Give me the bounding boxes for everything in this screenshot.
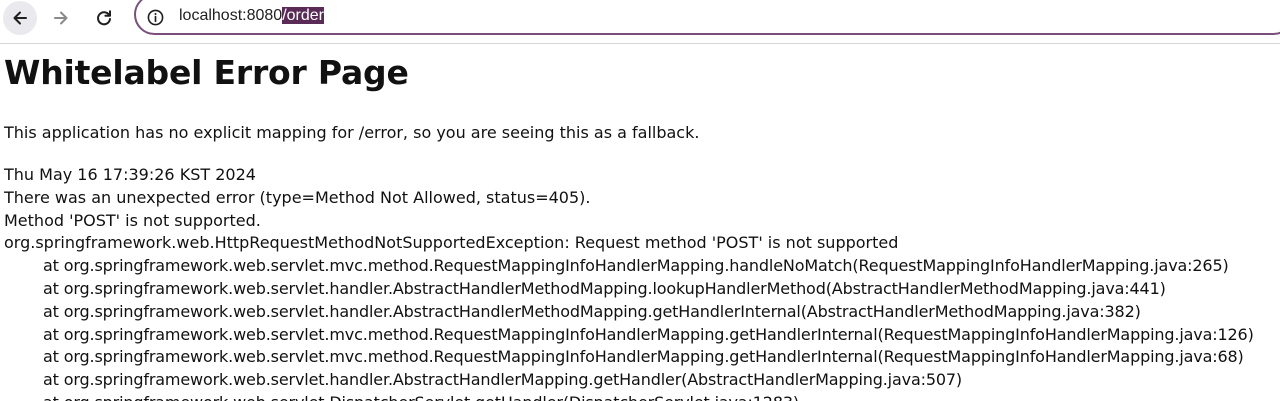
url-selection-separator: / xyxy=(282,7,287,24)
error-page-content: Whitelabel Error Page This application h… xyxy=(4,51,1280,401)
browser-toolbar: localhost:8080/order xyxy=(0,0,1280,36)
url-path-selected: order xyxy=(286,7,324,24)
url-text[interactable]: localhost:8080/order xyxy=(179,5,324,27)
reload-icon xyxy=(97,10,111,26)
stack-trace-line: at org.springframework.web.servlet.handl… xyxy=(43,370,963,390)
error-details: Thu May 16 17:39:26 KST 2024 There was a… xyxy=(4,164,1280,401)
stack-trace-line: at org.springframework.web.servlet.mvc.m… xyxy=(43,347,1244,367)
stack-trace-line: at org.springframework.web.servlet.mvc.m… xyxy=(43,256,1229,276)
error-detail: Method 'POST' is not supported. xyxy=(4,210,261,230)
stack-trace-line: at org.springframework.web.servlet.Dispa… xyxy=(4,392,1280,401)
stack-trace-line: at org.springframework.web.servlet.handl… xyxy=(43,278,1166,298)
error-summary: There was an unexpected error (type=Meth… xyxy=(4,187,591,207)
site-info-icon[interactable] xyxy=(147,9,164,26)
url-host: localhost:8080 xyxy=(179,7,283,24)
arrow-right-icon xyxy=(54,11,68,25)
error-timestamp: Thu May 16 17:39:26 KST 2024 xyxy=(4,165,256,184)
back-button[interactable] xyxy=(3,1,37,35)
stack-trace-line: at org.springframework.web.servlet.handl… xyxy=(43,301,1141,321)
toolbar-divider xyxy=(0,43,1280,44)
stack-trace-line: at org.springframework.web.servlet.mvc.m… xyxy=(43,324,1254,344)
exception-line: org.springframework.web.HttpRequestMetho… xyxy=(4,233,899,253)
address-bar[interactable]: localhost:8080/order xyxy=(134,0,1280,35)
page-title: Whitelabel Error Page xyxy=(4,53,409,92)
forward-button[interactable] xyxy=(44,1,78,35)
fallback-message: This application has no explicit mapping… xyxy=(4,123,700,142)
reload-button[interactable] xyxy=(87,1,121,35)
arrow-left-icon xyxy=(13,11,27,25)
